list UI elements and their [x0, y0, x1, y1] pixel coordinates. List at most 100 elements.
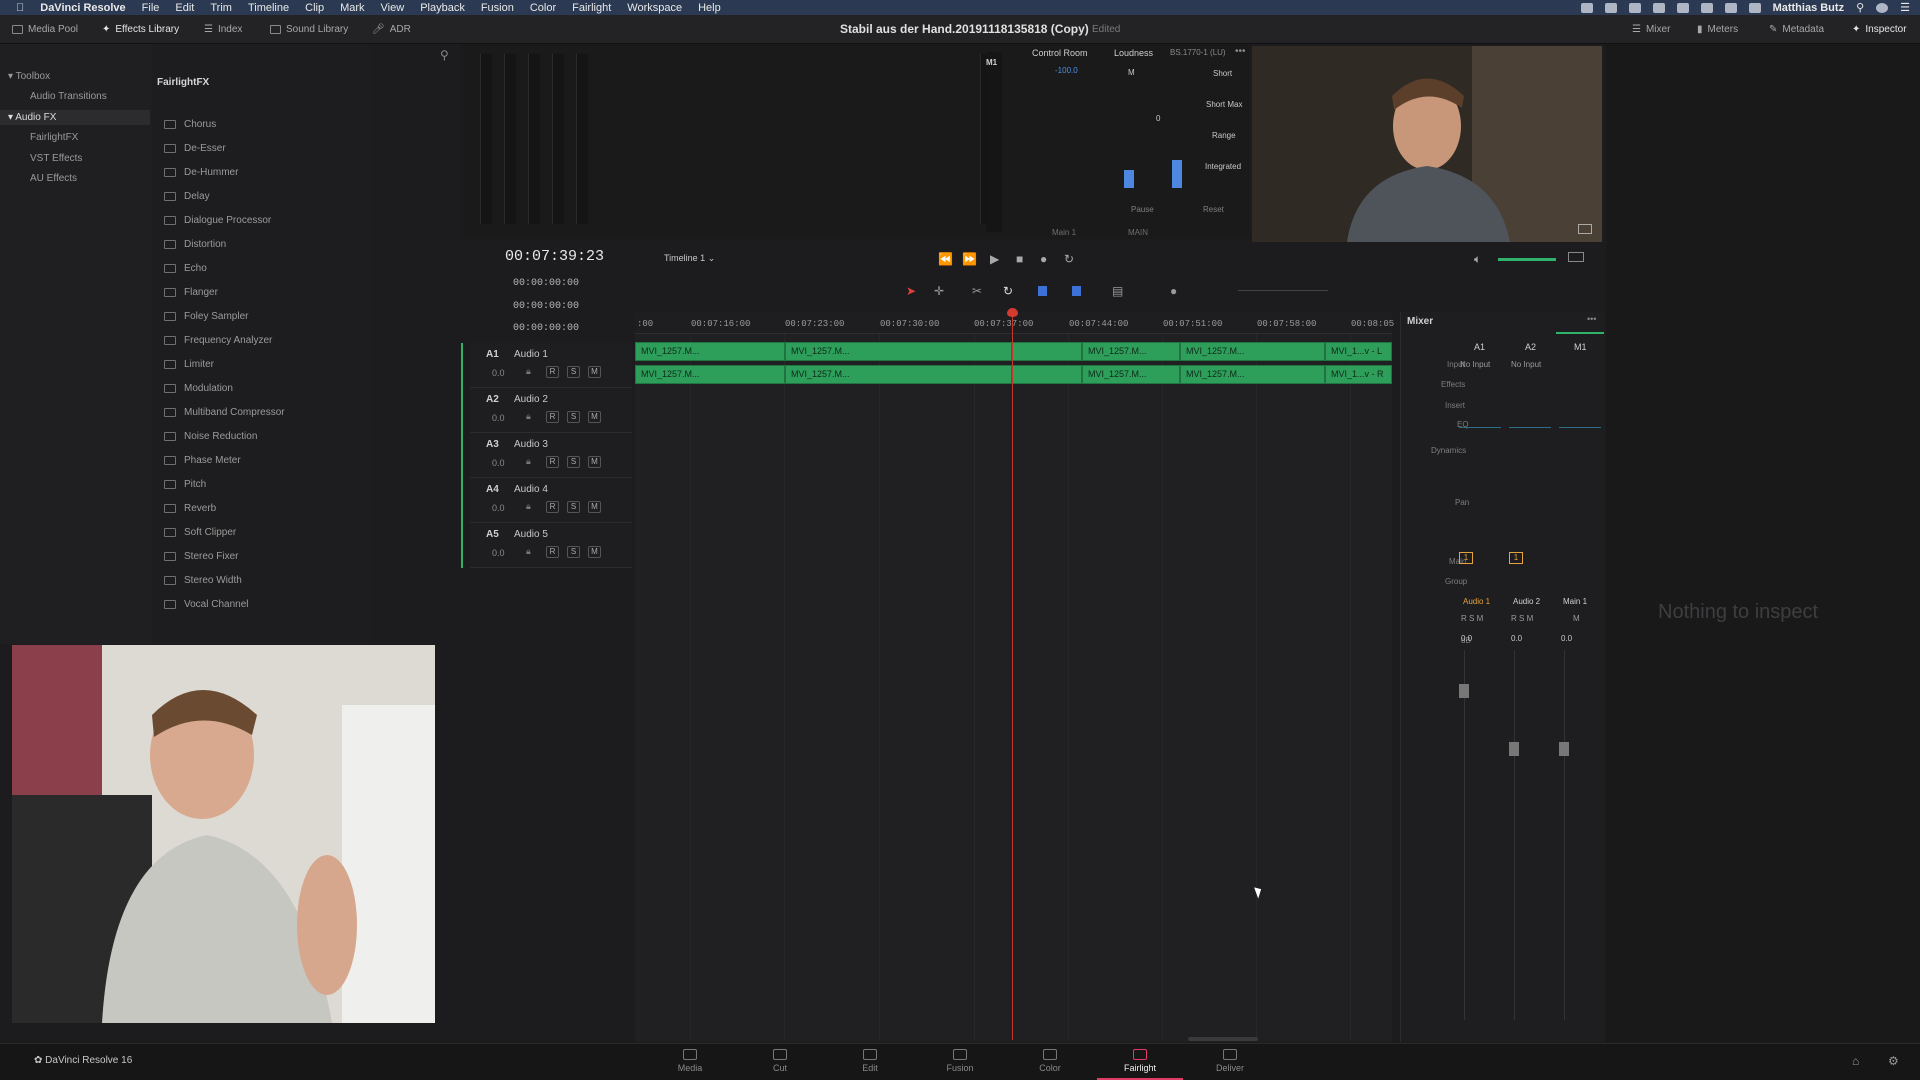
lock-icon[interactable]: 🔒︎ — [526, 411, 531, 422]
lock-icon[interactable]: 🔒︎ — [526, 366, 531, 377]
tray-icon-5[interactable] — [1676, 2, 1689, 13]
track-m-button[interactable]: M — [588, 411, 601, 423]
fader-a2[interactable] — [1509, 742, 1519, 756]
fx-item[interactable]: Stereo Fixer — [164, 548, 238, 564]
toolbox-node[interactable]: ▾ Toolbox — [8, 71, 50, 82]
eq-curve-m1[interactable] — [1559, 427, 1601, 428]
page-fairlight[interactable]: Fairlight — [1110, 1049, 1170, 1073]
zoom-dot-icon[interactable]: ● — [1170, 284, 1177, 298]
snapping-icon[interactable]: ↻ — [1003, 284, 1013, 298]
track-m-button[interactable]: M — [588, 546, 601, 558]
audio-clip[interactable]: MVI_1257.M... — [635, 365, 785, 384]
dropbox-icon[interactable] — [1628, 2, 1641, 13]
app-menu[interactable]: DaVinci Resolve — [40, 2, 125, 14]
track-r-button[interactable]: R — [546, 456, 559, 468]
playhead-handle[interactable] — [1007, 308, 1018, 317]
page-cut[interactable]: Cut — [750, 1049, 810, 1073]
fx-item[interactable]: Stereo Width — [164, 572, 242, 588]
viewer-fullscreen-icon[interactable] — [1578, 224, 1592, 234]
media-pool-button[interactable]: Media Pool — [12, 15, 78, 44]
notifications-icon[interactable]: ☰ — [1900, 1, 1910, 14]
track-header[interactable]: A3 Audio 3 0.0 🔒︎ R S M — [470, 433, 632, 478]
mixer-r-a1[interactable]: R — [1461, 614, 1467, 623]
mixer-input-a2[interactable]: No Input — [1511, 360, 1541, 369]
track-header[interactable]: A1 Audio 1 0.0 🔒︎ R S M — [461, 343, 632, 568]
au-effects-node[interactable]: AU Effects — [30, 173, 77, 184]
razor-icon[interactable]: ✂ — [972, 284, 982, 298]
sound-library-button[interactable]: Sound Library — [270, 15, 348, 44]
tray-icon-2[interactable] — [1604, 2, 1617, 13]
view-options-icon[interactable]: ▤ — [1112, 284, 1123, 298]
track-s-button[interactable]: S — [567, 501, 580, 513]
audio-clip[interactable]: MVI_1257.M... — [1082, 365, 1180, 384]
menu-workspace[interactable]: Workspace — [627, 2, 682, 14]
fx-item[interactable]: Frequency Analyzer — [164, 332, 272, 348]
track-s-button[interactable]: S — [567, 456, 580, 468]
audio-clip[interactable]: MVI_1257.M... — [1180, 365, 1325, 384]
inspector-button[interactable]: ✦ Inspector — [1852, 15, 1907, 44]
track-s-button[interactable]: S — [567, 411, 580, 423]
volume-slider[interactable] — [1498, 258, 1556, 261]
menu-clip[interactable]: Clip — [305, 2, 324, 14]
play-icon[interactable]: ▶ — [990, 252, 999, 266]
menu-playback[interactable]: Playback — [420, 2, 465, 14]
user-name[interactable]: Matthias Butz — [1773, 2, 1845, 14]
tray-icon-4[interactable] — [1652, 2, 1665, 13]
vst-effects-node[interactable]: VST Effects — [30, 153, 82, 164]
track-r-button[interactable]: R — [546, 411, 559, 423]
fx-item[interactable]: Limiter — [164, 356, 214, 372]
menu-fairlight[interactable]: Fairlight — [572, 2, 611, 14]
selection-tool-icon[interactable]: ➤ — [906, 284, 916, 298]
home-icon[interactable]: ⌂ — [1852, 1054, 1859, 1068]
fx-item[interactable]: Chorus — [164, 116, 216, 132]
meters-button[interactable]: ▮ Meters — [1697, 15, 1738, 44]
fx-item[interactable]: Multiband Compressor — [164, 404, 285, 420]
audio-transitions-node[interactable]: Audio Transitions — [30, 91, 107, 102]
loop-icon[interactable]: ↻ — [1064, 252, 1074, 266]
siri-icon[interactable] — [1876, 2, 1889, 13]
loudness-pause-button[interactable]: Pause — [1131, 205, 1154, 214]
volume-icon[interactable]: 🔈︎ — [1474, 252, 1481, 267]
track-r-button[interactable]: R — [546, 366, 559, 378]
fx-item[interactable]: De-Hummer — [164, 164, 238, 180]
mixer-r-a2[interactable]: R — [1511, 614, 1517, 623]
loudness-standard[interactable]: BS.1770-1 (LU) — [1170, 48, 1226, 57]
fx-item[interactable]: Flanger — [164, 284, 218, 300]
mixer-input-a1[interactable]: No Input — [1460, 360, 1490, 369]
eq-curve-a2[interactable] — [1509, 427, 1551, 428]
mixer-button[interactable]: ☰ Mixer — [1632, 15, 1670, 44]
fader-a1[interactable] — [1459, 684, 1469, 698]
page-color[interactable]: Color — [1020, 1049, 1080, 1073]
wifi-icon[interactable] — [1724, 2, 1737, 13]
zoom-slider[interactable] — [1238, 290, 1328, 291]
audio-fx-node[interactable]: ▾ Audio FX — [0, 110, 150, 125]
audio-clip[interactable]: MVI_1257.M... — [635, 342, 785, 361]
fx-item[interactable]: Foley Sampler — [164, 308, 248, 324]
fx-item[interactable]: Modulation — [164, 380, 233, 396]
menu-fusion[interactable]: Fusion — [481, 2, 514, 14]
lock-icon[interactable]: 🔒︎ — [526, 501, 531, 512]
fx-item[interactable]: Delay — [164, 188, 210, 204]
timeline-scrollbar[interactable] — [1188, 1037, 1258, 1041]
audio-clip[interactable] — [1012, 365, 1082, 384]
search-icon[interactable]: ⚲ — [440, 48, 449, 62]
mixer-m-a1[interactable]: M — [1477, 614, 1484, 623]
fx-item[interactable]: Reverb — [164, 500, 216, 516]
metadata-button[interactable]: ✎ Metadata — [1769, 15, 1824, 44]
menu-color[interactable]: Color — [530, 2, 556, 14]
audio-clip[interactable]: MVI_1...v - R — [1325, 365, 1392, 384]
stop-icon[interactable]: ■ — [1016, 252, 1023, 266]
audio-clip[interactable]: MVI_1257.M... — [785, 342, 1012, 361]
track-m-button[interactable]: M — [588, 501, 601, 513]
loudness-options-icon[interactable]: ••• — [1235, 46, 1246, 57]
track-m-button[interactable]: M — [588, 456, 601, 468]
track-header[interactable]: A5 Audio 5 0.0 🔒︎ R S M — [470, 523, 632, 568]
mixer-options-icon[interactable]: ••• — [1587, 314, 1596, 324]
apple-icon[interactable]:  — [16, 2, 24, 14]
marker-icon[interactable] — [1072, 286, 1081, 296]
fx-item[interactable]: Dialogue Processor — [164, 212, 271, 228]
track-r-button[interactable]: R — [546, 501, 559, 513]
bluetooth-icon[interactable] — [1700, 2, 1713, 13]
fader-m1[interactable] — [1559, 742, 1569, 756]
fx-item[interactable]: De-Esser — [164, 140, 226, 156]
